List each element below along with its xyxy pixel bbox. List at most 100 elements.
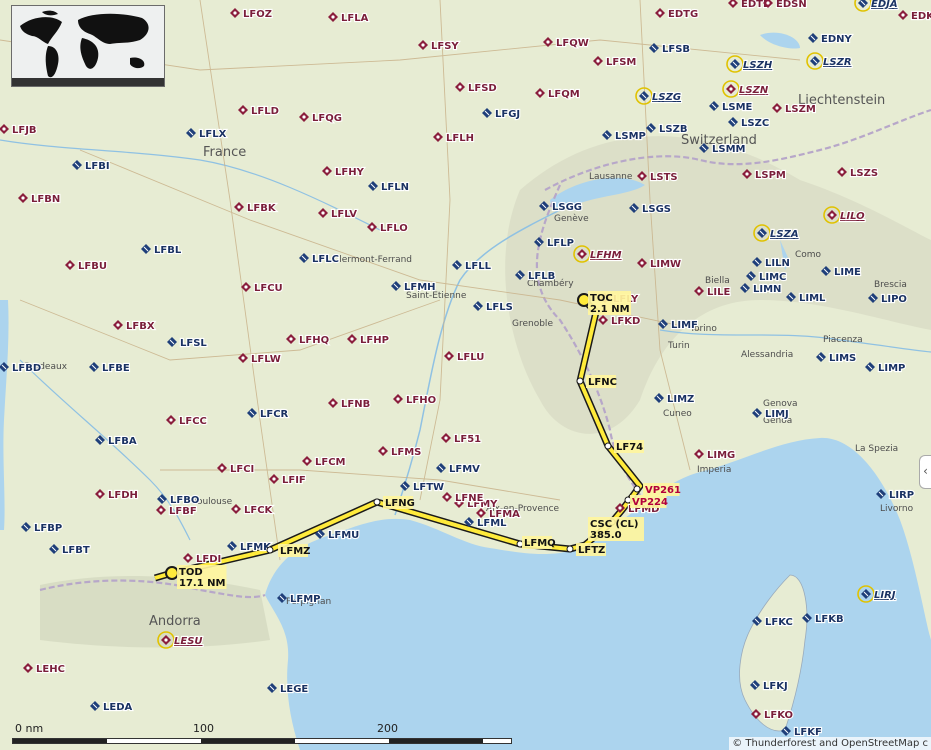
airport-label: LSMP xyxy=(615,131,646,142)
airport-label: LILO xyxy=(840,211,865,222)
airport-label: LFHO xyxy=(406,395,436,406)
climb-descent-marker-icon xyxy=(165,566,179,580)
airport-label: LFLL xyxy=(465,261,492,272)
region-label: France xyxy=(203,145,246,160)
waypoint-dot-icon xyxy=(266,546,274,554)
airport-label: EDNY xyxy=(821,34,853,45)
airport-label: LFCK xyxy=(244,505,274,516)
airport-label: LEGE xyxy=(280,684,308,695)
airport-label: LSZH xyxy=(743,60,773,71)
airport-label: LFBA xyxy=(108,436,137,447)
map-canvas[interactable]: AngersClermont-FerrandSaint-ÉtienneGreno… xyxy=(0,0,931,750)
airport-label: LSGS xyxy=(642,204,671,215)
airport-label: EDTG xyxy=(668,9,698,20)
airport-label: LFKO xyxy=(764,710,793,721)
airport-label: LFLU xyxy=(457,352,484,363)
airport-label: LFHM xyxy=(590,250,622,261)
airport-label: LSZA xyxy=(770,229,799,240)
waypoint-label: CSC (CL) xyxy=(590,519,638,530)
airport-label: LFLB xyxy=(528,271,555,282)
airport-label: LSME xyxy=(722,102,753,113)
place-label: Biella xyxy=(705,276,730,286)
airport-label: LFLH xyxy=(446,133,474,144)
waypoint-lfmq[interactable]: LFMQ xyxy=(516,536,556,549)
airport-label: LFQG xyxy=(312,113,342,124)
airport-label: LILE xyxy=(707,287,730,298)
airport-label: LSPM xyxy=(755,170,786,181)
airport-label: LIMS xyxy=(829,353,856,364)
airport-label: LFCU xyxy=(254,283,283,294)
airport-label: LFHP xyxy=(360,335,389,346)
airport-label: LIMG xyxy=(707,450,735,461)
airport-label: LFHY xyxy=(335,167,365,178)
airport-label: LFIF xyxy=(282,475,306,486)
scale-label-200: 200 xyxy=(377,722,398,735)
airport-label: EDSN xyxy=(776,0,807,10)
place-label: Imperia xyxy=(697,465,731,475)
airport-label: LIMN xyxy=(753,284,781,295)
place-label: Como xyxy=(795,250,822,260)
map-attribution: © Thunderforest and OpenStreetMap c xyxy=(729,737,931,750)
airport-label: LFNE xyxy=(455,493,484,504)
airport-label: LFKB xyxy=(815,614,844,625)
airport-label: LFLX xyxy=(199,129,227,140)
waypoint-label: TOD xyxy=(179,567,203,578)
waypoint-sublabel: 2.1 NM xyxy=(590,304,630,315)
waypoint-label: VP261 xyxy=(645,485,681,496)
waypoint-label: LFNC xyxy=(588,377,617,388)
scale-label-0: 0 nm xyxy=(15,722,44,735)
region-label: Andorra xyxy=(149,614,201,629)
airport-label: LFKD xyxy=(611,316,640,327)
airport-label: LFBL xyxy=(154,245,182,256)
airport-label: LIRP xyxy=(889,490,914,501)
airport-label: LFCI xyxy=(230,464,254,475)
airport-label: LFBI xyxy=(85,161,110,172)
airport-label: LIME xyxy=(834,267,861,278)
airport-label: LFCC xyxy=(179,416,207,427)
airport-label: LIPO xyxy=(881,294,907,305)
airport-label: LILN xyxy=(765,258,790,269)
airport-label: LIML xyxy=(799,293,826,304)
airport-label: LFSD xyxy=(468,83,497,94)
airport-label: LFMP xyxy=(290,594,320,605)
place-label: La Spezia xyxy=(855,444,898,454)
airport-label: LIRJ xyxy=(874,590,896,601)
waypoint-label: LFMQ xyxy=(524,538,556,549)
waypoint-label: LF74 xyxy=(616,442,643,453)
airport-label: LFLD xyxy=(251,106,279,117)
airport-label: LSZN xyxy=(739,85,769,96)
airport-label: LFHQ xyxy=(299,335,329,346)
airport-label: LFSL xyxy=(180,338,207,349)
airport-label: LFQM xyxy=(548,89,580,100)
waypoint-label: TOC xyxy=(590,293,613,304)
airport-label: LSZR xyxy=(823,57,852,68)
airport-label: LFBE xyxy=(102,363,130,374)
airport-label: LFBD xyxy=(12,363,41,374)
waypoint-dot-icon xyxy=(566,545,574,553)
airport-label: LSMM xyxy=(712,144,746,155)
airport-label: LIMJ xyxy=(765,409,789,420)
place-label: Grenoble xyxy=(512,319,553,329)
airport-label: LSZS xyxy=(850,168,878,179)
airport-label: LFBK xyxy=(247,203,277,214)
waypoint-vp224[interactable]: VP224 xyxy=(624,495,668,508)
scale-bar: 0 nm 100 200 xyxy=(12,722,512,744)
waypoint-csc[interactable]: CSC (CL)385.0 xyxy=(588,517,644,541)
airport-label: LFBO xyxy=(170,495,199,506)
panel-expand-handle[interactable]: ‹ xyxy=(919,455,931,489)
place-label: Lausanne xyxy=(589,172,633,182)
place-label: Livorno xyxy=(880,504,914,514)
overview-minimap[interactable] xyxy=(11,5,165,87)
waypoint-label: LFTZ xyxy=(578,545,605,556)
airport-label: LFMV xyxy=(449,464,480,475)
airport-label: LF51 xyxy=(454,434,481,445)
airport-label: LFGJ xyxy=(495,109,520,120)
airport-label: LIMZ xyxy=(667,394,694,405)
airport-label: LFLN xyxy=(381,182,409,193)
scale-label-100: 100 xyxy=(193,722,214,735)
airport-label: LFCM xyxy=(315,457,346,468)
place-label: Alessandria xyxy=(741,350,793,360)
airport-label: LSZM xyxy=(785,104,816,115)
airport-label: LESU xyxy=(174,636,203,647)
airport-label: LFOZ xyxy=(243,9,272,20)
